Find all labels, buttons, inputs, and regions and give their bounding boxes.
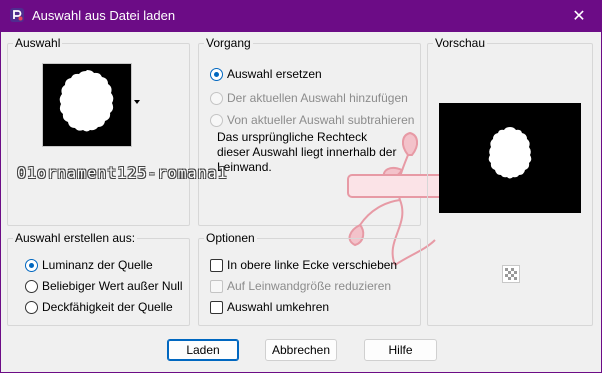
radio-button[interactable]: [25, 279, 38, 293]
selection-thumbnail-image: [43, 64, 131, 146]
radio-label: Der aktuellen Auswahl hinzufügen: [227, 91, 408, 105]
radio-label: Luminanz der Quelle: [42, 258, 153, 272]
vorgang-group-title: Vorgang: [204, 35, 253, 51]
selection-source-thumbnail[interactable]: [42, 63, 132, 147]
transparency-toggle-button[interactable]: [502, 265, 520, 283]
chevron-down-icon[interactable]: [134, 100, 140, 104]
radio-button[interactable]: [25, 300, 38, 314]
radio-beliebiger-wert[interactable]: Beliebiger Wert außer Null: [25, 279, 183, 293]
radio-auswahl-ersetzen[interactable]: Auswahl ersetzen: [210, 67, 322, 81]
window-title: Auswahl aus Datei laden: [32, 8, 176, 23]
checkbox-leinwandgroesse[interactable]: Auf Leinwandgröße reduzieren: [210, 279, 391, 293]
checkbox[interactable]: [210, 258, 223, 272]
radio-auswahl-subtrahieren[interactable]: Von aktueller Auswahl subtrahieren: [210, 113, 414, 127]
radio-label: Von aktueller Auswahl subtrahieren: [227, 113, 415, 127]
optionen-group-title: Optionen: [204, 230, 257, 246]
paintshop-icon: [10, 8, 24, 22]
close-icon: ✕: [572, 8, 586, 25]
transparency-checker-icon: [505, 268, 517, 280]
radio-label: Auswahl ersetzen: [227, 67, 322, 81]
radio-luminanz[interactable]: Luminanz der Quelle: [25, 258, 153, 272]
load-button[interactable]: Laden: [167, 339, 239, 361]
radio-button[interactable]: [210, 67, 223, 81]
checkbox-obere-linke-ecke[interactable]: In obere linke Ecke verschieben: [210, 258, 397, 272]
vorschau-group-title: Vorschau: [433, 35, 488, 51]
radio-auswahl-hinzufuegen[interactable]: Der aktuellen Auswahl hinzufügen: [210, 91, 408, 105]
erstellen-group-title: Auswahl erstellen aus:: [13, 230, 138, 246]
checkbox-label: Auf Leinwandgröße reduzieren: [227, 279, 392, 293]
radio-button[interactable]: [25, 258, 38, 272]
checkbox-auswahl-umkehren[interactable]: Auswahl umkehren: [210, 300, 329, 314]
help-button[interactable]: Hilfe: [364, 339, 437, 361]
checkbox-label: In obere linke Ecke verschieben: [227, 258, 398, 272]
checkbox[interactable]: [210, 300, 223, 314]
preview-image: [488, 127, 532, 179]
cancel-button[interactable]: Abbrechen: [265, 339, 337, 361]
radio-label: Deckfähigkeit der Quelle: [42, 300, 173, 314]
radio-button[interactable]: [210, 91, 223, 105]
radio-label: Beliebiger Wert außer Null: [42, 279, 183, 293]
radio-deckfaehigkeit[interactable]: Deckfähigkeit der Quelle: [25, 300, 173, 314]
checkbox[interactable]: [210, 279, 223, 293]
selection-info-text: Das ursprüngliche Rechteck dieser Auswah…: [217, 130, 397, 174]
radio-button[interactable]: [210, 113, 223, 127]
close-button[interactable]: ✕: [556, 0, 602, 32]
selection-preview: [439, 103, 581, 213]
file-name-overlay: 01ornament125-romana1: [17, 164, 228, 182]
auswahl-group-title: Auswahl: [13, 35, 63, 51]
checkbox-label: Auswahl umkehren: [227, 300, 330, 314]
title-bar: Auswahl aus Datei laden ✕: [0, 0, 602, 32]
